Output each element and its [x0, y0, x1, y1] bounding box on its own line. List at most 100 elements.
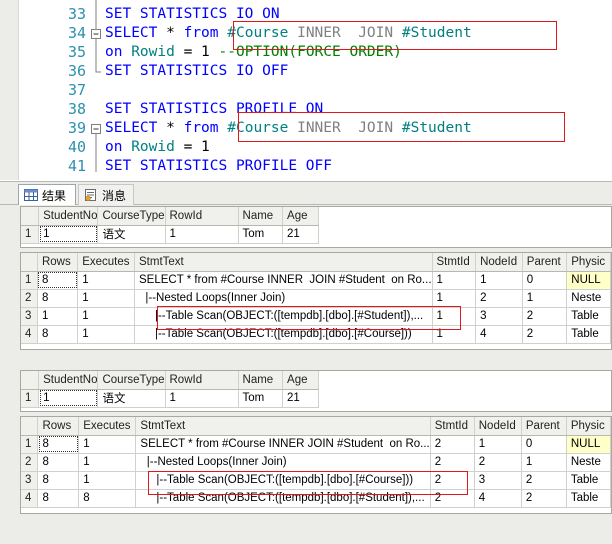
- table-cell[interactable]: 1: [432, 271, 477, 290]
- table-cell[interactable]: 2: [430, 435, 475, 454]
- table-cell[interactable]: 1: [77, 325, 135, 344]
- column-header[interactable]: StudentNo: [38, 207, 99, 226]
- table-cell[interactable]: 1: [78, 453, 137, 472]
- column-header[interactable]: Parent: [522, 253, 568, 272]
- table-cell[interactable]: Table: [566, 489, 611, 508]
- table-cell[interactable]: 4: [475, 325, 523, 344]
- table-cell[interactable]: 8: [37, 489, 80, 508]
- column-header[interactable]: RowId: [165, 371, 239, 390]
- table-cell[interactable]: Tom: [238, 225, 284, 244]
- table-cell[interactable]: 8: [37, 325, 79, 344]
- table-cell[interactable]: 8: [37, 289, 79, 308]
- table-cell[interactable]: 1: [78, 471, 137, 490]
- table-row[interactable]: 1 1 语文 1 Tom 21: [21, 389, 611, 408]
- corner-cell[interactable]: [21, 417, 39, 436]
- table-cell[interactable]: 8: [37, 471, 80, 490]
- row-header[interactable]: 4: [21, 489, 39, 508]
- row-header[interactable]: 1: [21, 271, 38, 290]
- table-cell[interactable]: SELECT * from #Course INNER JOIN #Studen…: [135, 435, 431, 454]
- table-cell[interactable]: |--Nested Loops(Inner Join): [135, 453, 431, 472]
- table-cell[interactable]: 2: [430, 453, 475, 472]
- table-cell[interactable]: NULL: [566, 271, 611, 290]
- column-header[interactable]: RowId: [165, 207, 239, 226]
- table-cell[interactable]: 2: [474, 453, 522, 472]
- table-cell[interactable]: Table: [566, 471, 611, 490]
- table-cell[interactable]: 2: [521, 489, 567, 508]
- table-cell[interactable]: 2: [522, 307, 568, 326]
- row-header[interactable]: 1: [21, 435, 39, 454]
- column-header[interactable]: NodeId: [474, 417, 522, 436]
- table-cell[interactable]: 1: [37, 307, 79, 326]
- column-header[interactable]: Executes: [77, 253, 135, 272]
- column-header[interactable]: Age: [282, 371, 320, 390]
- table-cell[interactable]: 21: [282, 225, 320, 244]
- table-cell[interactable]: 8: [37, 271, 79, 290]
- table-cell[interactable]: 1: [77, 307, 135, 326]
- table-row[interactable]: 1 8 1 SELECT * from #Course INNER JOIN #Stu…: [21, 435, 611, 454]
- table-cell[interactable]: Neste: [566, 289, 611, 308]
- corner-cell[interactable]: [21, 207, 40, 226]
- table-cell[interactable]: Neste: [566, 453, 611, 472]
- tab-results[interactable]: 结果: [18, 184, 76, 205]
- table-cell[interactable]: NULL: [566, 435, 611, 454]
- table-cell[interactable]: 1: [77, 271, 135, 290]
- table-row[interactable]: 281 |--Nested Loops(Inner Join) 1 2 1 Neste: [21, 289, 611, 308]
- row-header[interactable]: 3: [21, 471, 39, 490]
- row-header[interactable]: 4: [21, 325, 38, 344]
- table-cell[interactable]: 1: [165, 225, 239, 244]
- column-header[interactable]: StmtText: [134, 253, 433, 272]
- table-cell[interactable]: 1: [474, 435, 522, 454]
- statistics-profile-grid-1[interactable]: Rows Executes StmtText StmtId NodeId Parent Ph…: [20, 252, 612, 350]
- table-cell[interactable]: 2: [521, 471, 567, 490]
- table-cell[interactable]: Table: [566, 325, 611, 344]
- column-header[interactable]: Name: [238, 371, 284, 390]
- table-cell[interactable]: 2: [475, 289, 523, 308]
- table-row[interactable]: 281 |--Nested Loops(Inner Join) 2 2 1 Neste: [21, 453, 611, 472]
- tab-messages[interactable]: 消息: [78, 184, 134, 205]
- column-header[interactable]: Rows: [37, 253, 79, 272]
- column-header[interactable]: CourseType: [97, 207, 166, 226]
- table-cell[interactable]: 8: [78, 489, 137, 508]
- table-cell[interactable]: SELECT * from #Course INNER JOIN #Studen…: [134, 271, 433, 290]
- table-cell[interactable]: 2: [522, 325, 568, 344]
- column-header[interactable]: Physic: [566, 417, 611, 436]
- row-header[interactable]: 2: [21, 453, 39, 472]
- result-grid-2[interactable]: StudentNo CourseType RowId Name Age 1 1 语文 1 Tom 2…: [20, 370, 612, 412]
- table-cell[interactable]: 语文: [97, 389, 166, 408]
- table-cell[interactable]: 1: [38, 389, 99, 408]
- table-cell[interactable]: 1: [522, 289, 568, 308]
- column-header[interactable]: Parent: [521, 417, 567, 436]
- corner-cell[interactable]: [21, 371, 40, 390]
- row-header[interactable]: 3: [21, 307, 38, 326]
- column-header[interactable]: StmtText: [135, 417, 431, 436]
- column-header[interactable]: StmtId: [432, 253, 477, 272]
- table-cell[interactable]: 1: [521, 453, 567, 472]
- statistics-profile-grid-2[interactable]: Rows Executes StmtText StmtId NodeId Parent Ph…: [20, 416, 612, 514]
- result-grid-1[interactable]: StudentNo CourseType RowId Name Age 1 1 语文 1 Tom 2…: [20, 206, 612, 248]
- row-header[interactable]: 2: [21, 289, 38, 308]
- table-cell[interactable]: Tom: [238, 389, 284, 408]
- column-header[interactable]: Executes: [78, 417, 137, 436]
- table-cell[interactable]: 0: [521, 435, 567, 454]
- table-row[interactable]: 1 1 语文 1 Tom 21: [21, 225, 611, 244]
- table-cell[interactable]: Table: [566, 307, 611, 326]
- row-header[interactable]: 1: [21, 389, 40, 408]
- table-cell[interactable]: 0: [522, 271, 568, 290]
- table-cell[interactable]: 语文: [97, 225, 166, 244]
- column-header[interactable]: Age: [282, 207, 320, 226]
- table-cell[interactable]: 21: [282, 389, 320, 408]
- table-cell[interactable]: 1: [77, 289, 135, 308]
- column-header[interactable]: StudentNo: [38, 371, 99, 390]
- table-cell[interactable]: 1: [475, 271, 523, 290]
- row-header[interactable]: 1: [21, 225, 40, 244]
- column-header[interactable]: CourseType: [97, 371, 166, 390]
- column-header[interactable]: Physic: [566, 253, 611, 272]
- table-cell[interactable]: 8: [37, 453, 80, 472]
- column-header[interactable]: Name: [238, 207, 284, 226]
- column-header[interactable]: NodeId: [475, 253, 523, 272]
- sql-editor[interactable]: SET STATISTICS IO ON SELECT * from #Cours…: [0, 0, 612, 180]
- corner-cell[interactable]: [21, 253, 38, 272]
- table-cell[interactable]: 1: [38, 225, 99, 244]
- table-cell[interactable]: 3: [475, 307, 523, 326]
- table-cell[interactable]: 1: [78, 435, 137, 454]
